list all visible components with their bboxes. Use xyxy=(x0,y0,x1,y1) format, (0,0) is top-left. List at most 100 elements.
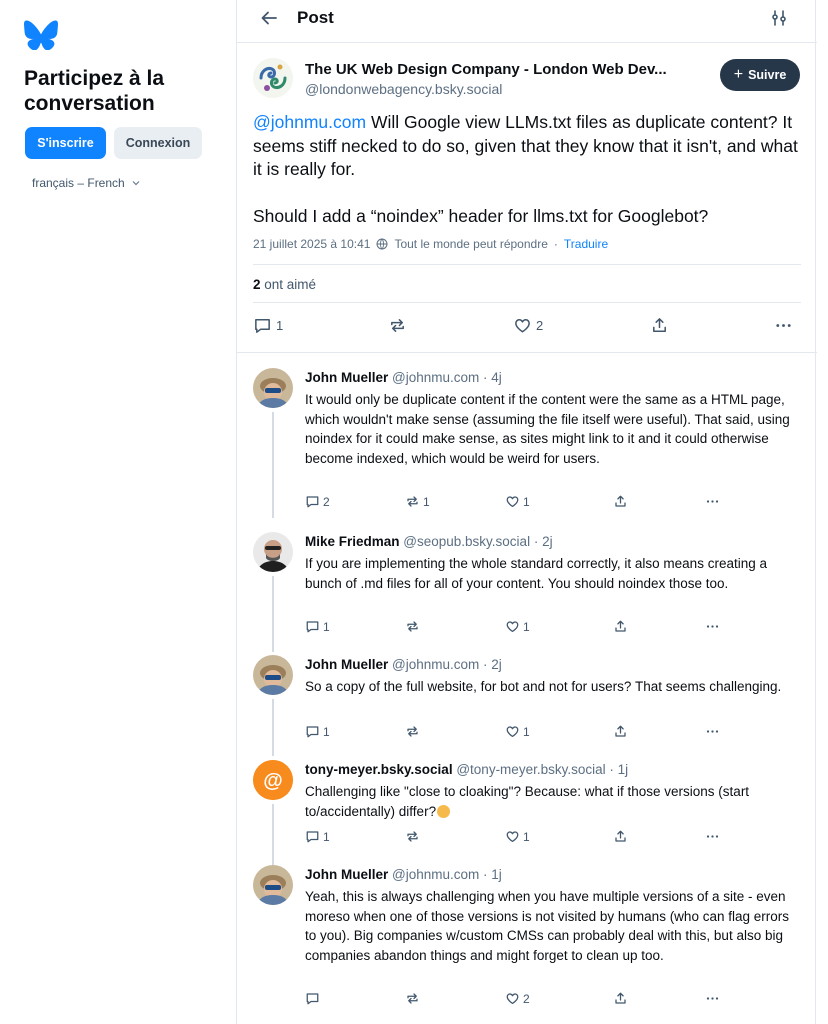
repost-button[interactable]: 1 xyxy=(405,494,430,509)
more-options-button[interactable] xyxy=(705,724,720,739)
butterfly-icon[interactable] xyxy=(24,20,58,50)
share-icon xyxy=(615,620,626,632)
post-body: @johnmu.com Will Google view LLMs.txt fi… xyxy=(253,111,805,228)
reply-author-handle[interactable]: @johnmu.com xyxy=(392,657,479,672)
translate-link[interactable]: Traduire xyxy=(564,237,608,251)
more-options-button[interactable] xyxy=(705,494,720,509)
reply-header: Mike Friedman @seopub.bsky.social · 2j xyxy=(305,534,553,549)
reply-item[interactable]: @ tony-meyer.bsky.social @tony-meyer.bsk… xyxy=(237,760,817,866)
reply-header: John Mueller @johnmu.com · 4j xyxy=(305,370,502,385)
avatar[interactable] xyxy=(253,655,293,695)
likes-label: ont aimé xyxy=(264,277,317,292)
reply-author-handle[interactable]: @tony-meyer.bsky.social xyxy=(456,762,605,777)
like-button[interactable]: 1 xyxy=(505,724,530,739)
like-button[interactable]: 1 xyxy=(505,494,530,509)
reply-button[interactable] xyxy=(305,991,323,1006)
reply-author-name[interactable]: Mike Friedman xyxy=(305,534,400,549)
avatar[interactable] xyxy=(253,532,293,572)
reply-setting: Tout le monde peut répondre xyxy=(394,237,548,251)
share-icon xyxy=(653,318,666,332)
like-button[interactable]: 1 xyxy=(505,619,530,634)
reply-time: · 2j xyxy=(533,534,553,549)
reply-button[interactable]: 1 xyxy=(305,829,330,844)
reply-item[interactable]: John Mueller @johnmu.com · 1j Yeah, this… xyxy=(237,865,817,1015)
smiley-emoji-icon xyxy=(437,804,451,818)
reply-count: 1 xyxy=(323,724,330,739)
reply-author-name[interactable]: John Mueller xyxy=(305,867,388,882)
share-button[interactable] xyxy=(613,991,628,1006)
author-handle[interactable]: @londonwebagency.bsky.social xyxy=(305,81,502,97)
heart-icon xyxy=(515,319,530,333)
reply-item[interactable]: John Mueller @johnmu.com · 2j So a copy … xyxy=(237,655,817,756)
language-selector[interactable]: français – French xyxy=(32,176,141,190)
signup-button[interactable]: S'inscrire xyxy=(25,127,106,159)
post-meta: 21 juillet 2025 à 10:41 Tout le monde pe… xyxy=(253,237,608,251)
ellipsis-icon xyxy=(706,625,719,628)
arrow-left-icon[interactable] xyxy=(259,8,279,28)
more-options-button[interactable] xyxy=(705,619,720,634)
speech-bubble-icon xyxy=(255,319,270,333)
divider xyxy=(253,264,801,265)
likes-summary[interactable]: 2 ont aimé xyxy=(253,277,316,292)
more-options-button[interactable] xyxy=(774,316,793,335)
repost-button[interactable] xyxy=(405,724,423,739)
ellipsis-icon xyxy=(776,324,791,327)
repost-button[interactable] xyxy=(388,316,411,335)
repost-arrows-icon xyxy=(407,496,418,507)
avatar[interactable]: @ xyxy=(253,760,293,800)
like-count: 1 xyxy=(523,829,530,844)
chevron-down-icon xyxy=(132,181,140,186)
reply-actions: 1 1 xyxy=(305,619,735,637)
reply-button[interactable]: 1 xyxy=(305,619,330,634)
speech-bubble-icon xyxy=(306,496,319,508)
heart-icon xyxy=(506,726,519,738)
mention-link[interactable]: @johnmu.com xyxy=(253,112,366,132)
repost-button[interactable] xyxy=(405,829,423,844)
share-button[interactable] xyxy=(613,619,628,634)
globe-icon xyxy=(376,238,388,250)
reply-author-name[interactable]: John Mueller xyxy=(305,370,388,385)
avatar[interactable] xyxy=(253,368,293,408)
reply-header: John Mueller @johnmu.com · 2j xyxy=(305,657,502,672)
follow-button[interactable]: + Suivre xyxy=(720,59,800,91)
reply-author-name[interactable]: tony-meyer.bsky.social xyxy=(305,762,453,777)
reply-header: tony-meyer.bsky.social @tony-meyer.bsky.… xyxy=(305,762,628,777)
heart-icon xyxy=(506,621,519,633)
reply-button[interactable]: 1 xyxy=(253,316,283,335)
reply-button[interactable]: 2 xyxy=(305,494,330,509)
reply-item[interactable]: Mike Friedman @seopub.bsky.social · 2j I… xyxy=(237,532,817,652)
share-button[interactable] xyxy=(613,829,628,844)
page-header: Post xyxy=(237,0,817,38)
like-button[interactable]: 1 xyxy=(505,829,530,844)
share-button[interactable] xyxy=(613,724,628,739)
share-button[interactable] xyxy=(613,494,628,509)
reply-time: · 1j xyxy=(609,762,629,777)
post-text-part2: Should I add a “noindex” header for llms… xyxy=(253,205,709,226)
reply-actions: 2 1 1 xyxy=(305,494,735,512)
reply-author-handle[interactable]: @seopub.bsky.social xyxy=(403,534,530,549)
post-date[interactable]: 21 juillet 2025 à 10:41 xyxy=(253,237,370,251)
more-options-button[interactable] xyxy=(705,829,720,844)
repost-button[interactable] xyxy=(405,619,423,634)
reply-button[interactable]: 1 xyxy=(305,724,330,739)
reply-author-name[interactable]: John Mueller xyxy=(305,657,388,672)
reply-item[interactable]: John Mueller @johnmu.com · 4j It would o… xyxy=(237,368,817,518)
language-label: français – French xyxy=(32,176,125,190)
author-name[interactable]: The UK Web Design Company - London Web D… xyxy=(305,61,667,78)
reply-text-container: Challenging like "close to cloaking"? Be… xyxy=(305,782,801,821)
post-thread-column: Post The UK Web Design Company - London … xyxy=(236,0,817,1024)
login-button[interactable]: Connexion xyxy=(114,127,202,159)
reply-author-handle[interactable]: @johnmu.com xyxy=(392,867,479,882)
like-button[interactable]: 2 xyxy=(513,316,543,335)
sliders-icon[interactable] xyxy=(771,9,789,27)
reply-author-handle[interactable]: @johnmu.com xyxy=(392,370,479,385)
avatar[interactable] xyxy=(253,865,293,905)
share-button[interactable] xyxy=(650,316,669,335)
repost-button[interactable] xyxy=(405,991,423,1006)
more-options-button[interactable] xyxy=(705,991,720,1006)
share-icon xyxy=(615,830,626,842)
avatar[interactable] xyxy=(253,58,293,98)
like-count: 2 xyxy=(523,991,530,1006)
reply-count: 2 xyxy=(323,494,330,509)
like-button[interactable]: 2 xyxy=(505,991,530,1006)
